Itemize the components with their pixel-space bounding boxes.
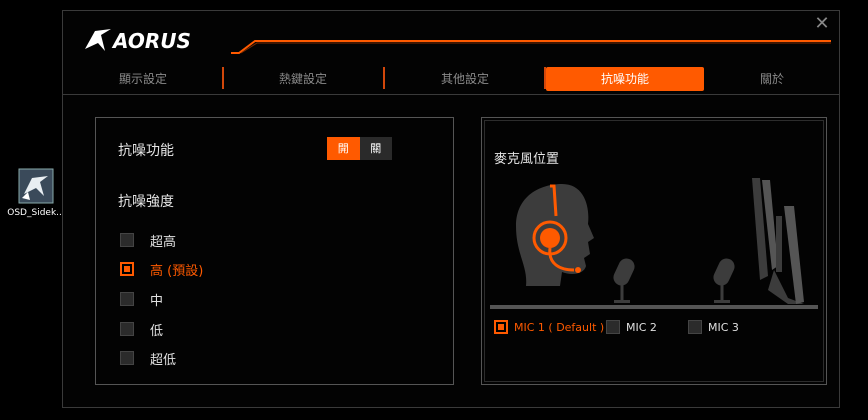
toggle-on-button[interactable]: 開 bbox=[327, 137, 360, 160]
mic-position-panel: 麥克風位置 MIC 1 (Default) MIC 2 MIC 3 bbox=[481, 117, 827, 385]
toggle-off-button[interactable]: 關 bbox=[359, 137, 392, 160]
mic-option-1-default[interactable]: MIC 1 ( Default ) bbox=[494, 320, 604, 334]
app-window: ✕ AORUS 顯示設定 熱鍵設定 其他設定 抗噪功能 關於 抗噪功能 開 關 … bbox=[62, 10, 840, 408]
radio-box[interactable] bbox=[120, 322, 134, 336]
noise-cancel-panel: 抗噪功能 開 關 抗噪強度 超高 高 (預設) 中 低 超低 bbox=[95, 117, 454, 385]
desktop-shortcut-label: OSD_Sidek... bbox=[7, 208, 65, 218]
strength-option-ultra-low[interactable]: 超低 bbox=[120, 348, 176, 368]
monitor-icon bbox=[752, 178, 804, 304]
mic-option-2[interactable]: MIC 2 bbox=[606, 320, 657, 334]
mic-option-label: MIC 3 bbox=[708, 320, 739, 334]
mic-option-label: MIC 2 bbox=[626, 320, 657, 334]
radio-box-selected[interactable] bbox=[120, 262, 134, 276]
close-button[interactable]: ✕ bbox=[811, 13, 833, 35]
option-label: 低 bbox=[150, 323, 164, 339]
desk-microphone-3-icon bbox=[713, 258, 735, 303]
strength-option-medium[interactable]: 中 bbox=[120, 289, 163, 309]
tab-display-settings[interactable]: 顯示設定 bbox=[63, 67, 223, 91]
option-label: 超低 bbox=[150, 352, 177, 368]
option-label: 高 (預設) bbox=[150, 263, 204, 279]
desktop-shortcut-osd-sidekick[interactable]: OSD_Sidek... bbox=[6, 168, 66, 218]
radio-box[interactable] bbox=[606, 320, 620, 334]
aorus-logo: AORUS bbox=[85, 29, 191, 53]
radio-box[interactable] bbox=[120, 351, 134, 365]
tab-bar: 顯示設定 熱鍵設定 其他設定 抗噪功能 關於 bbox=[63, 66, 839, 95]
tab-noise-cancelling[interactable]: 抗噪功能 bbox=[546, 67, 704, 91]
option-label: 中 bbox=[150, 293, 164, 309]
tab-about[interactable]: 關於 bbox=[704, 67, 840, 91]
aorus-app-icon bbox=[18, 168, 54, 204]
mic-position-label: 麥克風位置 bbox=[494, 152, 560, 167]
radio-box[interactable] bbox=[120, 292, 134, 306]
strength-option-ultra-high[interactable]: 超高 bbox=[120, 230, 176, 250]
desk-microphone-2-icon bbox=[613, 258, 635, 303]
mic-position-illustration bbox=[490, 178, 818, 309]
desk-surface bbox=[490, 305, 818, 309]
noise-cancel-toggle[interactable]: 開 關 bbox=[327, 137, 392, 160]
radio-box-selected[interactable] bbox=[494, 320, 508, 334]
mic-option-label: MIC 1 ( Default ) bbox=[514, 320, 605, 334]
radio-box[interactable] bbox=[688, 320, 702, 334]
logo-text: AORUS bbox=[111, 29, 191, 53]
tab-other-settings[interactable]: 其他設定 bbox=[385, 67, 545, 91]
logo-accent-line bbox=[231, 40, 831, 54]
noise-strength-label: 抗噪強度 bbox=[118, 194, 174, 210]
noise-cancel-label: 抗噪功能 bbox=[118, 143, 174, 159]
strength-option-low[interactable]: 低 bbox=[120, 319, 163, 339]
head-with-headset-icon bbox=[516, 184, 594, 286]
radio-box[interactable] bbox=[120, 233, 134, 247]
option-label: 超高 bbox=[150, 234, 177, 250]
mic-option-3[interactable]: MIC 3 bbox=[688, 320, 739, 334]
tab-hotkey-settings[interactable]: 熱鍵設定 bbox=[223, 67, 383, 91]
strength-option-high-default[interactable]: 高 (預設) bbox=[120, 259, 203, 279]
